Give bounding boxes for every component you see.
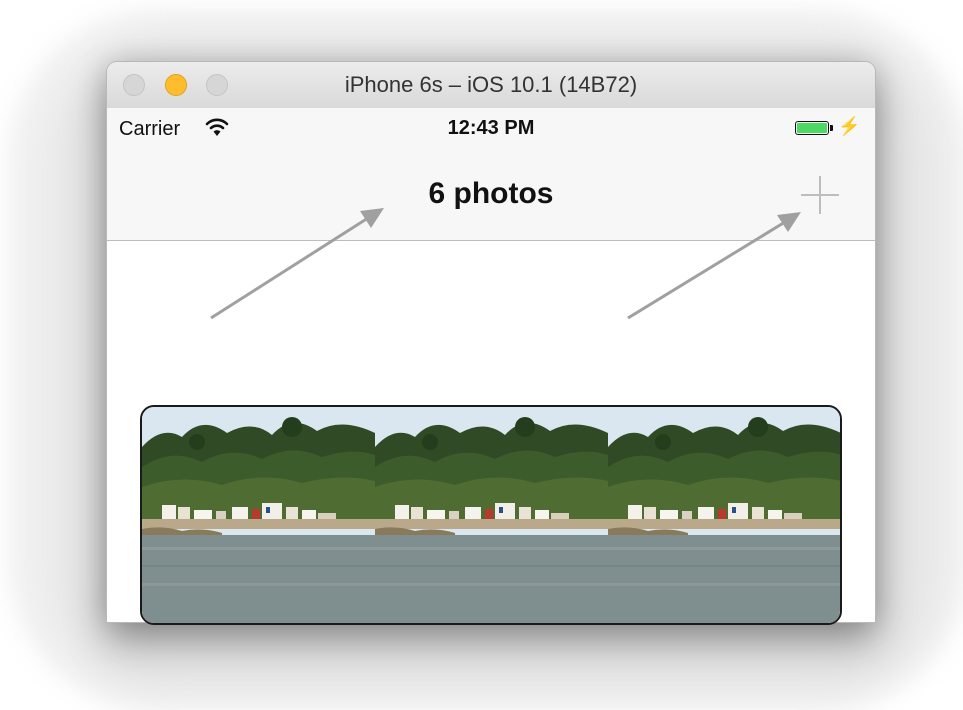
charging-bolt-icon: ⚡: [838, 116, 861, 136]
photo-item[interactable]: [375, 407, 608, 623]
coastal-village-icon: [608, 407, 840, 623]
battery-nub: [830, 125, 833, 131]
photo-item[interactable]: [608, 407, 840, 623]
photo-strip[interactable]: [140, 405, 842, 625]
navigation-bar: 6 photos: [107, 148, 875, 241]
battery-level: [797, 123, 827, 133]
status-time: 12:43 PM: [447, 117, 535, 139]
battery-icon: [795, 121, 829, 135]
nav-title: 6 photos: [428, 177, 554, 210]
photo-item[interactable]: [142, 407, 375, 623]
status-bar: Carrier 12:43 PM ⚡: [107, 108, 875, 148]
coastal-village-icon: [142, 407, 375, 623]
window-title: iPhone 6s – iOS 10.1 (14B72): [344, 72, 638, 97]
title-bar[interactable]: iPhone 6s – iOS 10.1 (14B72): [107, 62, 875, 109]
coastal-village-icon: [375, 407, 608, 623]
plus-icon[interactable]: [799, 174, 841, 216]
